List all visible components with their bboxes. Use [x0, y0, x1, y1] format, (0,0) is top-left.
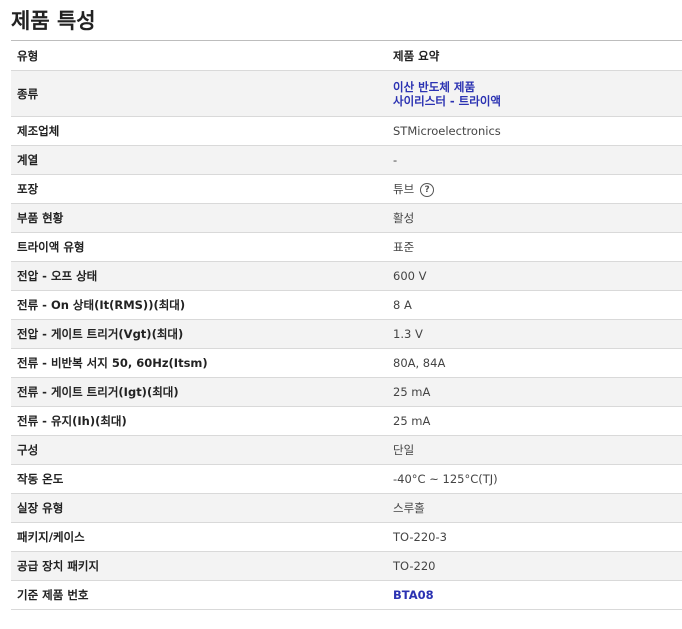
attribute-label: 작동 온도: [11, 464, 387, 494]
attribute-label: 부품 현황: [11, 203, 387, 233]
attributes-table: 유형 제품 요약 종류 이산 반도체 제품 사이리스터 - 트라이액 제조업체 …: [11, 40, 682, 610]
column-header-type: 유형: [11, 40, 387, 71]
attribute-value: 튜브?: [387, 174, 682, 204]
table-row: 기준 제품 번호 BTA08: [11, 580, 682, 610]
attribute-value: 1.3 V: [387, 319, 682, 349]
attribute-label: 구성: [11, 435, 387, 465]
table-row: 포장 튜브?: [11, 174, 682, 204]
attribute-value: STMicroelectronics: [387, 116, 682, 146]
table-row: 구성 단일: [11, 435, 682, 465]
attribute-label: 전류 - 게이트 트리거(Igt)(최대): [11, 377, 387, 407]
section-title: 제품 특성: [11, 9, 96, 33]
attribute-value: 8 A: [387, 290, 682, 320]
table-row: 전류 - 비반복 서지 50, 60Hz(Itsm) 80A, 84A: [11, 348, 682, 378]
attribute-value: 표준: [387, 232, 682, 262]
table-row: 전류 - 게이트 트리거(Igt)(최대) 25 mA: [11, 377, 682, 407]
question-circle-icon[interactable]: ?: [420, 182, 435, 197]
attribute-value: 단일: [387, 435, 682, 465]
attribute-value: 스루홀: [387, 493, 682, 523]
category-link[interactable]: 이산 반도체 제품: [393, 80, 676, 94]
attribute-value: 이산 반도체 제품 사이리스터 - 트라이액: [387, 70, 682, 117]
table-row: 제조업체 STMicroelectronics: [11, 116, 682, 146]
table-row: 종류 이산 반도체 제품 사이리스터 - 트라이액: [11, 70, 682, 117]
attribute-label: 계열: [11, 145, 387, 175]
table-row: 트라이액 유형 표준: [11, 232, 682, 262]
attribute-value: -40°C ~ 125°C(TJ): [387, 464, 682, 494]
base-product-number-link[interactable]: BTA08: [393, 588, 676, 602]
attribute-label: 포장: [11, 174, 387, 204]
table-row: 전류 - 유지(Ih)(최대) 25 mA: [11, 406, 682, 436]
attribute-label: 전류 - 비반복 서지 50, 60Hz(Itsm): [11, 348, 387, 378]
attribute-label: 전류 - On 상태(It(RMS))(최대): [11, 290, 387, 320]
attribute-value: 25 mA: [387, 406, 682, 436]
attribute-value: 25 mA: [387, 377, 682, 407]
attribute-label: 전압 - 오프 상태: [11, 261, 387, 291]
attribute-value: 80A, 84A: [387, 348, 682, 378]
column-header-summary: 제품 요약: [387, 40, 682, 71]
attribute-label: 기준 제품 번호: [11, 580, 387, 610]
table-row: 작동 온도 -40°C ~ 125°C(TJ): [11, 464, 682, 494]
attribute-value: TO-220-3: [387, 522, 682, 552]
table-header-row: 유형 제품 요약: [11, 40, 682, 71]
table-row: 공급 장치 패키지 TO-220: [11, 551, 682, 581]
table-row: 전류 - On 상태(It(RMS))(최대) 8 A: [11, 290, 682, 320]
table-row: 패키지/케이스 TO-220-3: [11, 522, 682, 552]
table-row: 계열 -: [11, 145, 682, 175]
product-attributes-section: 제품 특성 유형 제품 요약 종류 이산 반도체 제품 사이리스터 - 트라이액…: [0, 0, 682, 610]
table-row: 실장 유형 스루홀: [11, 493, 682, 523]
category-link[interactable]: 사이리스터 - 트라이액: [393, 94, 676, 108]
attribute-label: 제조업체: [11, 116, 387, 146]
table-row: 전압 - 게이트 트리거(Vgt)(최대) 1.3 V: [11, 319, 682, 349]
attribute-label: 패키지/케이스: [11, 522, 387, 552]
attribute-label: 종류: [11, 70, 387, 117]
attribute-value: 600 V: [387, 261, 682, 291]
attribute-label: 공급 장치 패키지: [11, 551, 387, 581]
attribute-value: BTA08: [387, 580, 682, 610]
attribute-label: 전압 - 게이트 트리거(Vgt)(최대): [11, 319, 387, 349]
attribute-value: -: [387, 145, 682, 175]
attribute-label: 전류 - 유지(Ih)(최대): [11, 406, 387, 436]
attribute-value: 활성: [387, 203, 682, 233]
table-row: 부품 현황 활성: [11, 203, 682, 233]
packaging-value: 튜브: [393, 182, 415, 196]
attribute-label: 실장 유형: [11, 493, 387, 523]
attribute-value: TO-220: [387, 551, 682, 581]
table-row: 전압 - 오프 상태 600 V: [11, 261, 682, 291]
attribute-label: 트라이액 유형: [11, 232, 387, 262]
